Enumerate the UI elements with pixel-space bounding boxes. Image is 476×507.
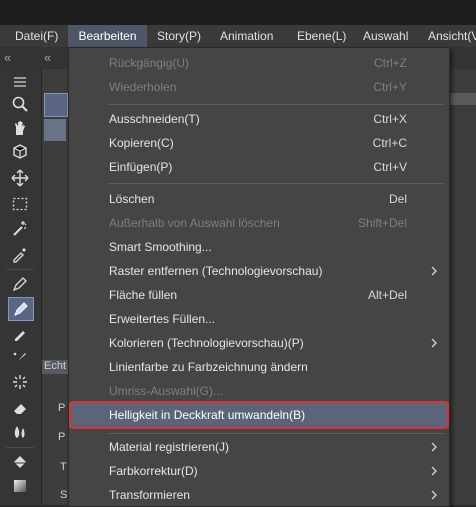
menu-item-delete-outside-selection[interactable]: Außerhalb von Auswahl löschen Shift+Del [69,211,449,235]
edit-menu-dropdown: Rückgängig(U) Ctrl+Z Wiederholen Ctrl+Y … [68,47,450,507]
submenu-arrow-icon [431,490,437,500]
sub-panel-label: T [60,461,67,473]
menu-item-smart-smoothing[interactable]: Smart Smoothing... [69,235,449,259]
menu-item-colorize[interactable]: Kolorieren (Technologievorschau)(P) [69,331,449,355]
menu-item-label: Löschen [109,192,155,206]
menu-bearbeiten[interactable]: Bearbeiten [68,25,147,47]
submenu-arrow-icon [431,338,437,348]
menu-ansicht[interactable]: Ansicht(V [428,25,476,47]
blend-icon[interactable] [8,421,32,443]
menu-auswahl[interactable]: Auswahl [363,25,408,47]
sub-tool-panel: Echt P P T S [42,69,68,505]
menu-item-register-material[interactable]: Material registrieren(J) [69,435,449,459]
fill-icon[interactable] [8,451,32,473]
menu-item-change-line-color[interactable]: Linienfarbe zu Farbzeichnung ändern [69,355,449,379]
menu-item-label: Smart Smoothing... [109,240,212,254]
menu-item-delete[interactable]: Löschen Del [69,187,449,211]
submenu-arrow-icon [431,466,437,476]
menu-item-label: Linienfarbe zu Farbzeichnung ändern [109,360,308,374]
toolbar-divider [6,447,34,448]
menu-item-label: Kolorieren (Technologievorschau)(P) [109,336,304,350]
hand-icon[interactable] [8,117,32,139]
menu-item-copy[interactable]: Kopieren(C) Ctrl+C [69,131,449,155]
menu-separator [107,104,445,105]
submenu-arrow-icon [431,266,437,276]
menu-item-remove-tone[interactable]: Raster entfernen (Technologievorschau) [69,259,449,283]
gradient-icon[interactable] [8,475,32,497]
right-panel-bar [448,93,476,105]
menu-item-label: Raster entfernen (Technologievorschau) [109,264,323,278]
sub-tool-selected[interactable] [44,93,68,117]
menu-item-paste[interactable]: Einfügen(P) Ctrl+V [69,155,449,179]
menu-separator [107,433,445,434]
pen-tool-selected-icon[interactable] [8,297,34,321]
toolbar-divider [6,269,34,270]
airbrush-icon[interactable] [8,371,32,393]
sub-tool-item[interactable] [44,119,66,141]
menu-item-advanced-fill[interactable]: Erweitertes Füllen... [69,307,449,331]
menu-separator [107,183,445,184]
pen-icon[interactable] [8,273,32,295]
sub-panel-label: Echt [44,360,67,372]
menu-item-label: Farbkorrektur(D) [109,464,198,478]
sub-panel-label: S [60,489,68,501]
menu-item-label: Wiederholen [109,80,177,94]
menu-item-label: Helligkeit in Deckkraft umwandeln(B) [109,408,306,422]
collapse-left-icon[interactable]: « [4,50,11,65]
menu-item-label: Rückgängig(U) [109,56,190,70]
menu-ebene[interactable]: Ebene(L) [297,25,346,47]
menu-item-shortcut: Ctrl+X [373,112,407,126]
eraser-icon[interactable] [8,397,32,419]
menu-item-label: Ausschneiden(T) [109,112,200,126]
menu-item-label: Fläche füllen [109,288,178,302]
submenu-arrow-icon [431,442,437,452]
menu-item-shortcut: Ctrl+C [372,136,407,150]
menu-item-cut[interactable]: Ausschneiden(T) Ctrl+X [69,107,449,131]
magic-wand-icon[interactable] [8,217,32,239]
menu-item-shortcut: Alt+Del [367,288,407,302]
menu-item-shortcut: Ctrl+V [373,160,407,174]
menu-item-label: Kopieren(C) [109,136,174,150]
menu-item-fill[interactable]: Fläche füllen Alt+Del [69,283,449,307]
menu-item-shortcut: Del [388,192,407,206]
menu-item-shortcut: Ctrl+Z [374,56,407,70]
menu-icon[interactable] [8,71,32,93]
menu-item-undo[interactable]: Rückgängig(U) Ctrl+Z [69,51,449,75]
menu-item-label: Erweitertes Füllen... [109,312,216,326]
menu-item-label: Umriss-Auswahl(G)... [109,384,224,398]
menu-item-label: Transformieren [109,488,190,502]
menu-item-shortcut: Ctrl+Y [373,80,407,94]
selection-icon[interactable] [8,193,32,215]
right-panel [448,69,476,505]
collapse-left-icon-2[interactable]: « [44,50,51,65]
menu-item-label: Einfügen(P) [109,160,173,174]
tool-palette [0,69,42,505]
eyedropper-icon[interactable] [8,243,32,265]
menu-datei[interactable]: Datei(F) [15,25,58,47]
move-icon[interactable] [8,167,32,189]
menu-story[interactable]: Story(P) [157,25,201,47]
menu-item-redo[interactable]: Wiederholen Ctrl+Y [69,75,449,99]
brush-icon[interactable] [8,347,32,369]
menu-item-outline-selection[interactable]: Umriss-Auswahl(G)... [69,379,449,403]
sub-panel-label: P [58,402,66,414]
object-icon[interactable] [8,141,32,163]
sub-panel-label: P [58,431,66,443]
menu-item-label: Außerhalb von Auswahl löschen [109,216,280,230]
menu-item-color-correction[interactable]: Farbkorrektur(D) [69,459,449,483]
menu-item-label: Material registrieren(J) [109,440,230,454]
menu-item-transform[interactable]: Transformieren [69,483,449,507]
menu-animation[interactable]: Animation [220,25,273,47]
menu-item-shortcut: Shift+Del [357,216,407,230]
title-bar [0,0,476,25]
zoom-icon[interactable] [8,93,32,115]
menu-item-brightness-to-opacity[interactable]: Helligkeit in Deckkraft umwandeln(B) [69,403,449,427]
menu-bar: Datei(F) Bearbeiten Story(P) Animation E… [0,25,476,47]
pencil-icon[interactable] [8,323,32,345]
